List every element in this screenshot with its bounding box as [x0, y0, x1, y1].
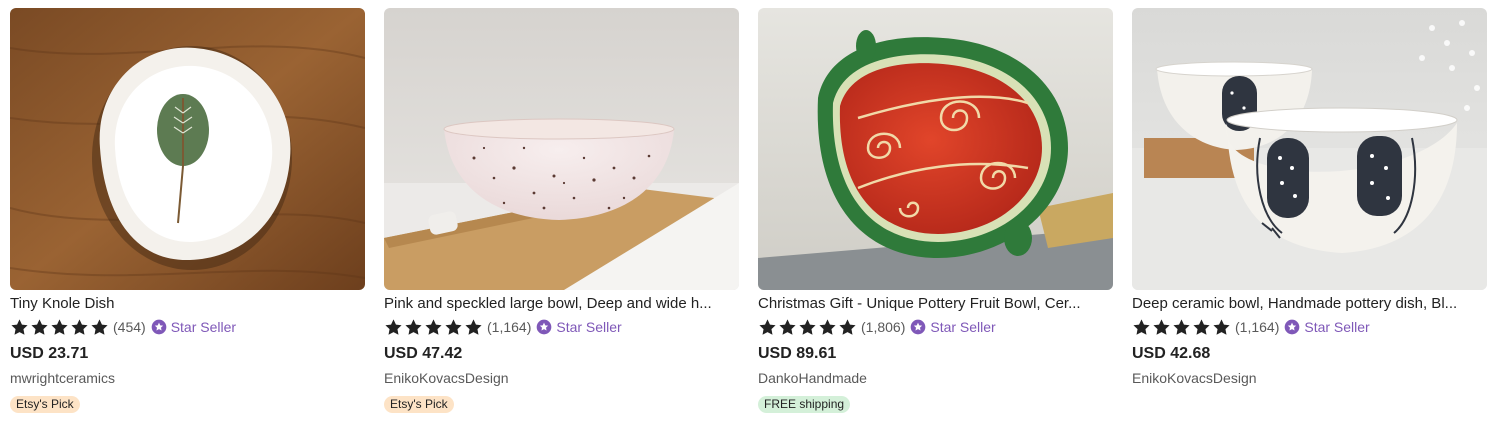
star-seller-icon: [1284, 319, 1300, 335]
star-icon: [1132, 318, 1151, 337]
listing-grid: Tiny Knole Dish (454) Star Seller USD 23…: [10, 8, 1487, 413]
free-shipping-badge: FREE shipping: [758, 396, 851, 413]
shop-name[interactable]: EnikoKovacsDesign: [384, 370, 739, 386]
star-icon: [70, 318, 89, 337]
review-count: (1,164): [1235, 319, 1280, 335]
star-seller-icon: [910, 319, 926, 335]
star-icon: [444, 318, 463, 337]
listing-price: USD 23.71: [10, 345, 89, 362]
product-image[interactable]: [10, 8, 365, 290]
product-image[interactable]: [1132, 8, 1487, 290]
star-rating: [384, 318, 483, 337]
star-seller-icon: [536, 319, 552, 335]
star-icon: [424, 318, 443, 337]
listing-card[interactable]: Pink and speckled large bowl, Deep and w…: [384, 8, 739, 413]
star-icon: [30, 318, 49, 337]
star-icon: [384, 318, 403, 337]
star-icon: [90, 318, 109, 337]
star-seller-label: Star Seller: [930, 319, 996, 335]
shop-name[interactable]: DankoHandmade: [758, 370, 1113, 386]
etsys-pick-badge: Etsy's Pick: [10, 396, 80, 413]
star-rating: [10, 318, 109, 337]
listing-title[interactable]: Tiny Knole Dish: [10, 295, 365, 313]
star-seller-badge: Star Seller: [910, 319, 996, 335]
star-seller-badge: Star Seller: [536, 319, 622, 335]
product-image[interactable]: [384, 8, 739, 290]
review-count: (1,806): [861, 319, 906, 335]
review-count: (1,164): [487, 319, 532, 335]
star-seller-label: Star Seller: [556, 319, 622, 335]
star-icon: [818, 318, 837, 337]
star-seller-label: Star Seller: [1304, 319, 1370, 335]
listing-title[interactable]: Pink and speckled large bowl, Deep and w…: [384, 295, 739, 313]
star-seller-badge: Star Seller: [151, 319, 236, 335]
star-icon: [758, 318, 777, 337]
listing-card[interactable]: Deep ceramic bowl, Handmade pottery dish…: [1132, 8, 1487, 413]
star-rating: [758, 318, 857, 337]
listing-title[interactable]: Deep ceramic bowl, Handmade pottery dish…: [1132, 295, 1487, 313]
star-icon: [1212, 318, 1231, 337]
star-seller-icon: [151, 319, 167, 335]
listing-card[interactable]: Tiny Knole Dish (454) Star Seller USD 23…: [10, 8, 365, 413]
star-seller-badge: Star Seller: [1284, 319, 1370, 335]
listing-price: USD 42.68: [1132, 345, 1211, 362]
star-icon: [1152, 318, 1171, 337]
listing-card[interactable]: Christmas Gift - Unique Pottery Fruit Bo…: [758, 8, 1113, 413]
rating-row: (1,164) Star Seller: [1132, 318, 1487, 336]
product-image[interactable]: [758, 8, 1113, 290]
listing-price: USD 89.61: [758, 345, 837, 362]
star-icon: [404, 318, 423, 337]
star-icon: [464, 318, 483, 337]
rating-row: (454) Star Seller: [10, 318, 365, 336]
star-rating: [1132, 318, 1231, 337]
star-icon: [778, 318, 797, 337]
star-icon: [838, 318, 857, 337]
star-icon: [50, 318, 69, 337]
star-icon: [1172, 318, 1191, 337]
rating-row: (1,806) Star Seller: [758, 318, 1113, 336]
etsys-pick-badge: Etsy's Pick: [384, 396, 454, 413]
listing-title[interactable]: Christmas Gift - Unique Pottery Fruit Bo…: [758, 295, 1113, 313]
shop-name[interactable]: EnikoKovacsDesign: [1132, 370, 1487, 386]
star-icon: [1192, 318, 1211, 337]
star-seller-label: Star Seller: [170, 319, 237, 335]
star-icon: [10, 318, 29, 337]
review-count: (454): [113, 319, 146, 335]
star-icon: [798, 318, 817, 337]
rating-row: (1,164) Star Seller: [384, 318, 739, 336]
shop-name[interactable]: mwrightceramics: [10, 370, 365, 386]
listing-price: USD 47.42: [384, 345, 463, 362]
